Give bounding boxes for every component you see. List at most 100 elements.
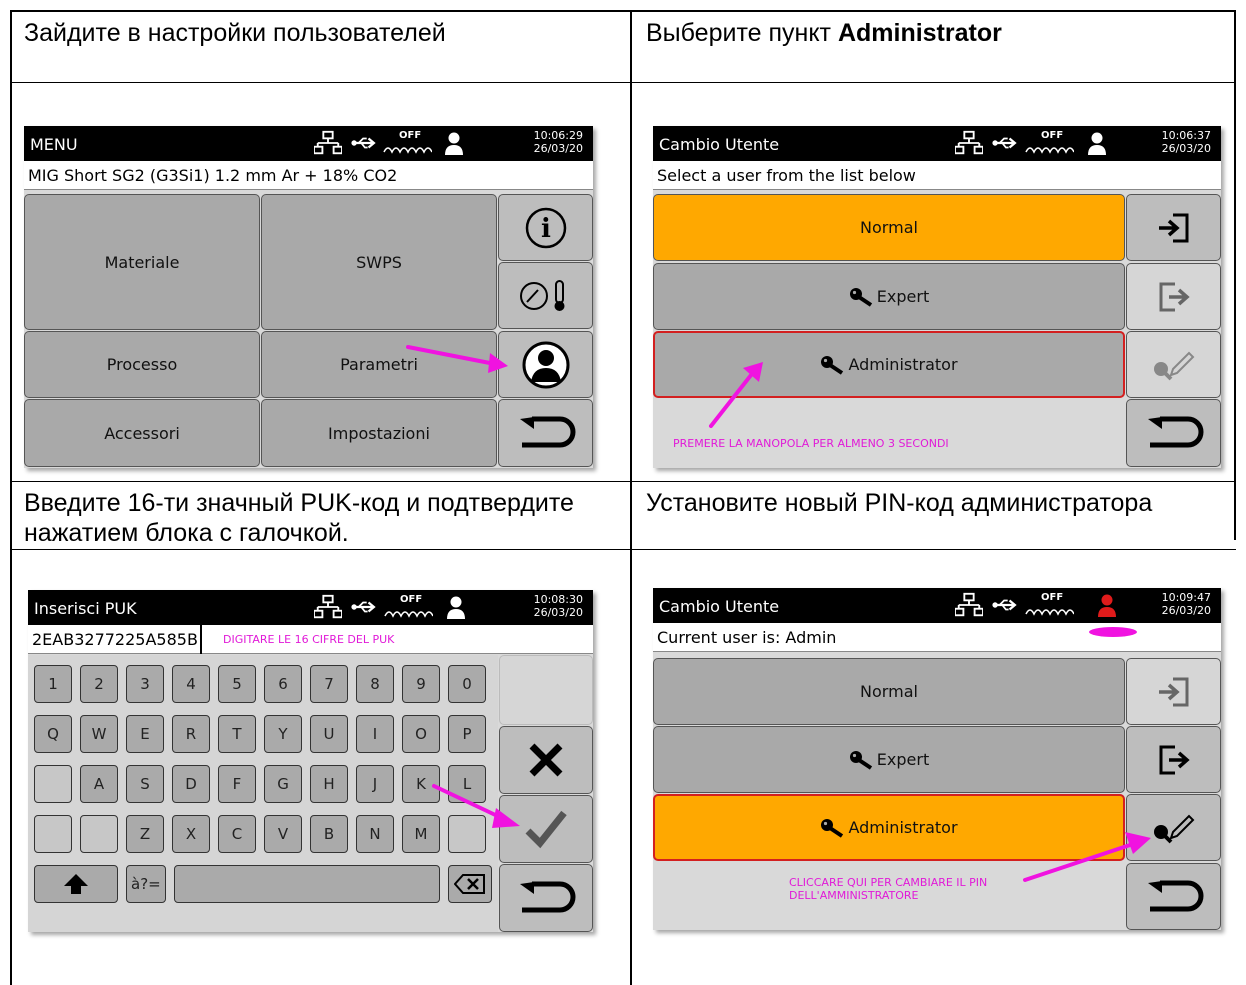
key-n[interactable]: N [356, 815, 394, 853]
key-1[interactable]: 1 [34, 665, 72, 703]
logout-button[interactable] [1126, 726, 1221, 793]
key-r[interactable]: R [172, 715, 210, 753]
key-0[interactable]: 0 [448, 665, 486, 703]
key-i[interactable]: I [356, 715, 394, 753]
logout-button[interactable] [1126, 263, 1221, 330]
caption-bottom-left: Введите 16-ти значный PUK-код и подтверд… [24, 489, 574, 547]
table-row-line-2 [10, 481, 1236, 482]
off-label: OFF [1041, 592, 1064, 603]
key-2[interactable]: 2 [80, 665, 118, 703]
usb-icon [991, 596, 1019, 614]
gauge-button[interactable] [498, 262, 593, 329]
symbols-key[interactable]: à?= [126, 865, 166, 903]
key-t[interactable]: T [218, 715, 256, 753]
user-expert-button[interactable]: Expert [653, 263, 1125, 330]
user-normal-button[interactable]: Normal [653, 194, 1125, 261]
wave-icon [382, 142, 432, 156]
key-9[interactable]: 9 [402, 665, 440, 703]
table-border-middle [630, 10, 632, 985]
key-p[interactable]: P [448, 715, 486, 753]
user-administrator-label: Administrator [848, 818, 958, 837]
shift-arrow-icon [64, 874, 88, 894]
impostazioni-button[interactable]: Impostazioni [261, 399, 497, 467]
key-3[interactable]: 3 [126, 665, 164, 703]
key-5[interactable]: 5 [218, 665, 256, 703]
login-icon [1158, 677, 1188, 706]
key-u[interactable]: U [310, 715, 348, 753]
user-normal-button[interactable]: Normal [653, 658, 1125, 725]
info-button[interactable]: i [498, 194, 593, 261]
key-6[interactable]: 6 [264, 665, 302, 703]
status-bar: Inserisci PUK OFF 10:08:30 26/03/20 [28, 590, 593, 625]
space-key[interactable] [174, 865, 440, 903]
status-bar: MENU OFF 10:06:29 26/03/20 [24, 126, 593, 161]
key-w[interactable]: W [80, 715, 118, 753]
user-circle-icon [522, 341, 569, 388]
caption-top-right-bold: Administrator [837, 19, 1002, 47]
wave-icon [383, 606, 433, 620]
usb-icon [991, 134, 1019, 152]
user-icon [444, 131, 464, 155]
time-text: 10:06:37 [1161, 129, 1211, 142]
key-h[interactable]: H [310, 765, 348, 803]
key-7[interactable]: 7 [310, 665, 348, 703]
caption-top-left: Зайдите в настройки пользователей [24, 19, 446, 47]
caption-bottom-right: Установите новый PIN-код администратора [646, 489, 1153, 517]
key-o[interactable]: O [402, 715, 440, 753]
key-z[interactable]: Z [126, 815, 164, 853]
back-button[interactable] [1126, 399, 1221, 467]
back-button[interactable] [498, 399, 593, 467]
key-f[interactable]: F [218, 765, 256, 803]
time-text: 10:06:29 [533, 129, 583, 142]
key-8[interactable]: 8 [356, 665, 394, 703]
change-pin-button[interactable] [1126, 331, 1221, 398]
key-x[interactable]: X [172, 815, 210, 853]
login-button[interactable] [1126, 658, 1221, 725]
login-button[interactable] [1126, 194, 1221, 261]
backspace-icon [454, 874, 485, 894]
key-4[interactable]: 4 [172, 665, 210, 703]
user-expert-label: Expert [876, 287, 930, 306]
processo-button[interactable]: Processo [24, 331, 260, 398]
swps-button[interactable]: SWPS [261, 194, 497, 330]
annotation-note-line-2: DELL'AMMINISTRATORE [789, 889, 919, 902]
user-administrator-label: Administrator [848, 355, 958, 374]
backspace-key[interactable] [448, 865, 492, 903]
user-expert-button[interactable]: Expert [653, 726, 1125, 793]
key-icon [849, 750, 875, 770]
table-row-line-3 [10, 549, 1236, 550]
key-s[interactable]: S [126, 765, 164, 803]
clock: 10:06:37 26/03/20 [1162, 129, 1211, 155]
materiale-button[interactable]: Materiale [24, 194, 260, 330]
key-e[interactable]: E [126, 715, 164, 753]
key-icon [820, 818, 846, 838]
annotation-arrow [1023, 832, 1151, 882]
key-a[interactable]: A [80, 765, 118, 803]
key-g[interactable]: G [264, 765, 302, 803]
wave-icon [1024, 142, 1074, 156]
network-icon [314, 594, 342, 620]
status-bar: Cambio Utente OFF 10:09:47 26/03/20 [653, 588, 1221, 623]
puk-input[interactable]: 2EAB3277225A585B [28, 625, 202, 654]
empty-side-slot [499, 655, 593, 725]
key-v[interactable]: V [264, 815, 302, 853]
key-d[interactable]: D [172, 765, 210, 803]
user-expert-label: Expert [876, 750, 930, 769]
key-y[interactable]: Y [264, 715, 302, 753]
check-icon [525, 810, 567, 849]
blank-key [34, 815, 72, 853]
off-label: OFF [400, 594, 423, 605]
accessori-button[interactable]: Accessori [24, 399, 260, 467]
date-text: 26/03/20 [1161, 604, 1211, 617]
screen-menu: MENU OFF 10:06:29 26/03/20 MIG Short SG2 … [24, 126, 593, 468]
back-button[interactable] [499, 864, 593, 932]
back-arrow-icon [516, 415, 576, 451]
key-j[interactable]: J [356, 765, 394, 803]
table-border-left [10, 10, 12, 985]
status-bar: Cambio Utente OFF 10:06:37 26/03/20 [653, 126, 1221, 161]
key-q[interactable]: Q [34, 715, 72, 753]
caption-top-right: Выберите пункт Administrator [646, 18, 1002, 48]
key-c[interactable]: C [218, 815, 256, 853]
shift-key[interactable] [34, 865, 118, 903]
key-b[interactable]: B [310, 815, 348, 853]
